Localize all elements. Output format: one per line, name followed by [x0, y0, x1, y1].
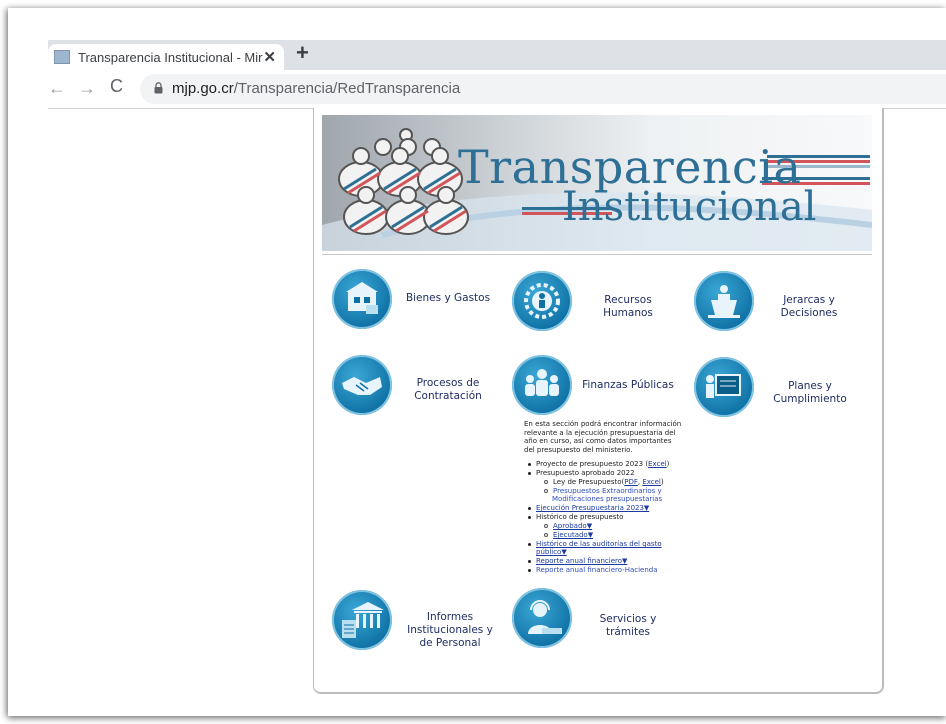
forward-button[interactable]: → [78, 78, 96, 99]
url-text[interactable]: mjp.go.cr/Transparencia/RedTransparencia [172, 80, 460, 97]
banner-title-line2: Institucional [562, 184, 817, 230]
extraordinarios-link[interactable]: Presupuestos Extraordinarios y [553, 487, 662, 495]
list-item[interactable]: Aprobado▼ [544, 522, 592, 530]
gear-person-icon[interactable] [512, 271, 572, 331]
list-item[interactable]: público▼ [536, 548, 567, 556]
ejecutado-link[interactable]: Ejecutado▼ [553, 531, 593, 539]
excel-link[interactable]: Excel [648, 460, 667, 468]
presentation-board-icon[interactable] [694, 357, 754, 417]
category-jerarcas-decisiones[interactable]: Jerarcas y Decisiones [762, 294, 856, 320]
people-logo-icon [338, 128, 469, 235]
close-icon[interactable]: ✕ [263, 48, 276, 66]
building-icon[interactable] [332, 269, 392, 329]
reporte-hacienda-link[interactable]: Reporte anual financiero-Hacienda [536, 566, 658, 574]
list-item[interactable]: Ejecución Presupuestaria 2023▼ [528, 504, 649, 512]
list-item: Proyecto de presupuesto 2023 (Excel) [528, 460, 669, 468]
handshake-icon[interactable] [332, 355, 392, 415]
reporte-link[interactable]: Reporte anual financiero▼ [536, 557, 627, 565]
auditorias-link-cont[interactable]: público▼ [536, 548, 567, 556]
category-servicios-tramites[interactable]: Servicios y trámites [578, 613, 678, 639]
favicon-icon [54, 50, 70, 64]
excel-link[interactable]: Excel [642, 478, 661, 486]
category-procesos-contratacion[interactable]: Procesos de Contratación [408, 377, 488, 403]
group-people-icon[interactable] [512, 355, 572, 415]
browser-tab[interactable]: Transparencia Institucional - Mir ✕ [48, 44, 284, 70]
lock-icon [154, 82, 163, 94]
podium-speaker-icon[interactable] [694, 271, 754, 331]
category-finanzas-publicas[interactable]: Finanzas Públicas [578, 379, 678, 392]
list-item[interactable]: Reporte anual financiero▼ [528, 557, 627, 565]
list-item: Ley de Presupuesto(PDF, Excel) [544, 478, 664, 486]
divider [322, 254, 872, 255]
category-informes-institucionales[interactable]: Informes Institucionales y de Personal [404, 611, 496, 650]
list-item[interactable]: Reporte anual financiero-Hacienda [528, 566, 658, 574]
category-recursos-humanos[interactable]: Recursos Humanos [578, 294, 678, 320]
aprobado-link[interactable]: Aprobado▼ [553, 522, 592, 530]
new-tab-button[interactable]: + [296, 40, 309, 66]
reload-button[interactable]: C [110, 76, 123, 97]
list-item[interactable]: Modificaciones presupuestarias [552, 495, 662, 503]
pdf-link[interactable]: PDF [624, 478, 638, 486]
tab-title: Transparencia Institucional - Mir [78, 49, 263, 65]
back-button[interactable]: ← [48, 78, 66, 99]
ejecucion-link[interactable]: Ejecución Presupuestaria 2023▼ [536, 504, 649, 512]
category-planes-cumplimiento[interactable]: Planes y Cumplimiento [770, 380, 850, 406]
list-item[interactable]: Ejecutado▼ [544, 531, 593, 539]
category-bienes-gastos[interactable]: Bienes y Gastos [398, 292, 498, 305]
url-domain: mjp.go.cr [172, 80, 234, 97]
institution-documents-icon[interactable] [332, 590, 392, 650]
finanzas-description: En esta sección podrá encontrar informac… [524, 420, 682, 455]
list-item: Presupuesto aprobado 2022 [528, 469, 635, 477]
list-item: Histórico de presupuesto [528, 513, 623, 521]
modificaciones-link[interactable]: Modificaciones presupuestarias [552, 495, 662, 503]
url-path: /Transparencia/RedTransparencia [233, 80, 461, 97]
customer-service-icon[interactable] [512, 588, 572, 648]
auditorias-link[interactable]: Histórico de las auditorías del gasto [536, 540, 662, 548]
